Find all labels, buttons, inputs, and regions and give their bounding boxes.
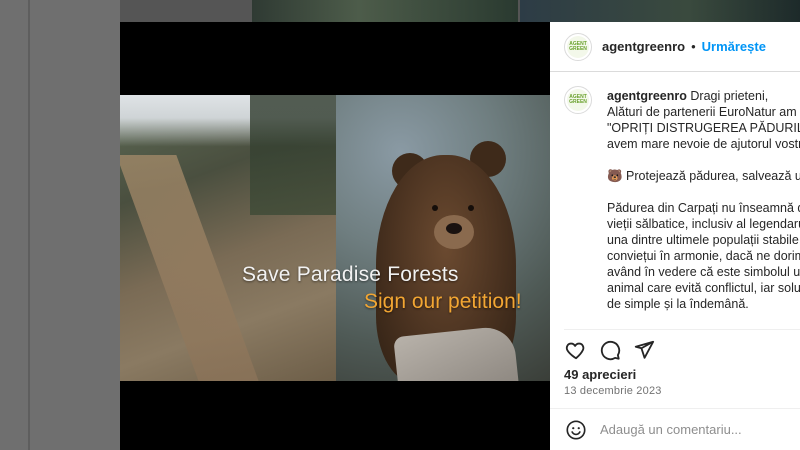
background-divider — [28, 0, 30, 450]
likes-count[interactable]: 49 aprecieri — [564, 367, 636, 382]
post-image[interactable] — [120, 95, 550, 381]
bear-cub-image — [336, 95, 550, 381]
emoji-icon[interactable] — [564, 418, 588, 442]
post-date: 13 decembrie 2023 — [564, 385, 662, 397]
separator-dot: • — [691, 39, 696, 54]
background-thumbnail — [252, 0, 518, 22]
caption-line: animal care evită conflictul, iar soluți — [607, 281, 800, 295]
caption-line: de simple și la îndemână. — [607, 297, 749, 311]
header-username[interactable]: agentgreenro — [602, 39, 685, 54]
caption-line: Dragi prieteni, — [690, 89, 769, 103]
agent-green-logo: AGENT GREEN — [567, 35, 589, 58]
bear-eye — [468, 205, 474, 211]
background-thumbnail — [520, 0, 800, 22]
overlay-subtitle: Sign our petition! — [364, 290, 522, 313]
caption-line: conviețui în armonie, dacă ne dorim; — [607, 249, 800, 263]
post-modal: Save Paradise Forests Sign our petition!… — [120, 22, 800, 450]
heart-icon[interactable] — [564, 338, 588, 362]
deforested-hillside-image — [120, 95, 336, 381]
caption-line: avem mare nevoie de ajutorul vostru — [607, 137, 800, 151]
comment-icon[interactable] — [598, 338, 622, 362]
caption-avatar[interactable]: AGENT GREEN — [564, 86, 592, 114]
caption-line: Pădurea din Carpați nu înseamnă doa — [607, 201, 800, 215]
overlay-title: Save Paradise Forests — [242, 263, 459, 286]
post-header: AGENT GREEN agentgreenro • Urmărește — [550, 22, 800, 72]
post-media: Save Paradise Forests Sign our petition! — [120, 22, 550, 450]
follow-button[interactable]: Urmărește — [702, 39, 766, 54]
caption-line: vieții sălbatice, inclusiv al legendarul… — [607, 217, 800, 231]
caption-line: 🐻 Protejează pădurea, salvează ursu — [607, 169, 800, 183]
agent-green-logo: AGENT GREEN — [567, 89, 589, 111]
caption-line: Alături de partenerii EuroNatur am la — [607, 105, 800, 119]
bear-nose — [446, 223, 462, 234]
caption-username[interactable]: agentgreenro — [607, 89, 687, 103]
background-page-left — [0, 0, 120, 450]
caption-gap — [607, 184, 800, 200]
caption-line: "OPRIȚI DISTRUGEREA PĂDURILOR R — [607, 121, 800, 135]
forest-patch — [250, 95, 336, 215]
post-caption: AGENT GREEN agentgreenro Dragi prieteni, … — [564, 86, 800, 338]
post-side-panel: AGENT GREEN agentgreenro • Urmărește AGEN… — [550, 22, 800, 450]
caption-line: una dintre ultimele populații stabile d — [607, 233, 800, 247]
comment-bar — [550, 408, 800, 450]
post-actions — [564, 329, 800, 369]
caption-text: agentgreenro Dragi prieteni, Alături de … — [607, 88, 800, 312]
caption-gap — [607, 152, 800, 168]
share-icon[interactable] — [632, 338, 656, 362]
bear-eye — [432, 205, 438, 211]
avatar[interactable]: AGENT GREEN — [564, 32, 592, 61]
caption-line: având în vedere că este simbolul unu — [607, 265, 800, 279]
comment-input[interactable] — [600, 422, 790, 437]
